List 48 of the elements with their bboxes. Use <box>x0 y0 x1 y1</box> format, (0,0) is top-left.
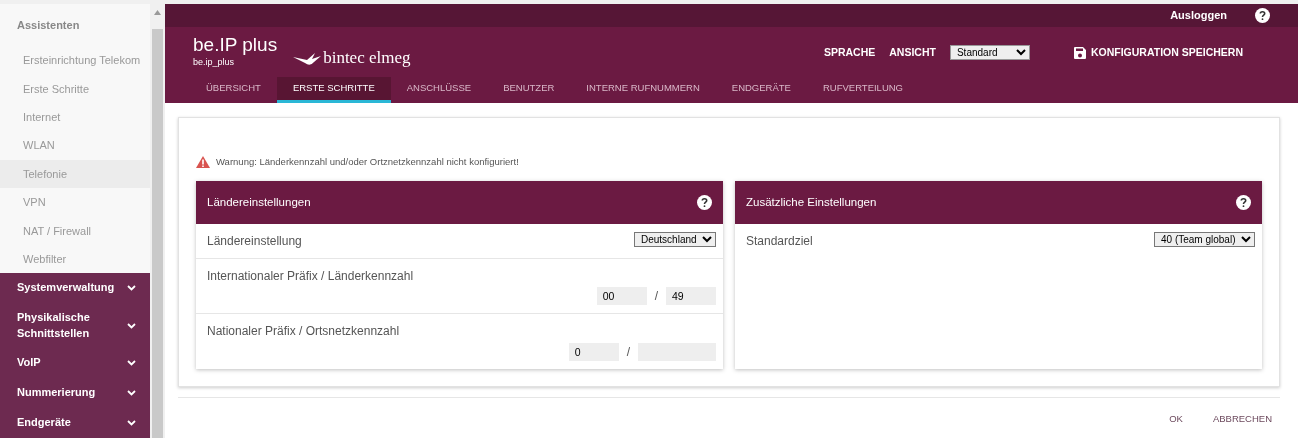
input-field[interactable]: 00 <box>596 287 647 306</box>
setting-select[interactable]: Deutschland <box>634 232 716 248</box>
brand-logo: bintec elmeg <box>323 47 411 69</box>
device-subtitle: be.ip_plus <box>193 55 236 69</box>
nav-tab[interactable]: INTERNE RUFNUMMERN <box>570 77 716 103</box>
nav-tab[interactable]: ERSTE SCHRITTE <box>276 77 391 103</box>
panel-title: Ländereinstellungen <box>207 195 311 211</box>
chevron-icon <box>127 390 136 396</box>
field-label: Internationaler Präfix / Länderkennzahl <box>207 268 414 286</box>
logout-link[interactable]: Ausloggen <box>1170 7 1227 24</box>
warning-icon <box>196 156 210 169</box>
language-menu[interactable]: SPRACHE <box>823 45 876 61</box>
sidebar-section[interactable]: Systemverwaltung <box>0 273 150 304</box>
chevron-icon <box>127 360 136 366</box>
ok-button[interactable]: OK <box>1169 412 1183 427</box>
help-icon[interactable] <box>697 195 712 211</box>
warning-message: Warnung: Länderkennzahl und/oder Ortznetzkennzahl nicht konfiguriert! <box>216 155 519 169</box>
nav-tab[interactable]: RUFVERTEILUNG <box>806 77 919 103</box>
sidebar-heading: Assistenten <box>16 17 81 33</box>
help-icon[interactable] <box>1236 195 1251 211</box>
view-select[interactable]: Standard <box>949 45 1030 61</box>
chevron-icon <box>127 420 136 426</box>
sidebar-section[interactable]: Endgeräte <box>0 408 150 438</box>
device-title: be.IP plus <box>193 35 278 56</box>
nav-tab[interactable]: ÜBERSICHT <box>190 77 277 103</box>
save-config-button[interactable]: KONFIGURATION SPEICHERN <box>1073 45 1243 61</box>
field-label: Ländereinstellung <box>207 233 302 251</box>
view-label: ANSICHT <box>889 45 936 60</box>
scrollbar-thumb[interactable] <box>152 29 163 438</box>
chevron-icon <box>127 322 136 329</box>
sidebar-section[interactable]: Nummerierung <box>0 378 150 408</box>
cancel-button[interactable]: ABBRECHEN <box>1212 412 1272 427</box>
field-label: Standardziel <box>746 233 813 251</box>
input-field[interactable]: 49 <box>666 287 716 306</box>
help-icon[interactable] <box>1255 8 1270 23</box>
nav-tab[interactable]: ENDGERÄTE <box>715 77 807 103</box>
input-field[interactable]: 0 <box>568 343 619 362</box>
field-label: Nationaler Präfix / Ortsnetzkennzahl <box>207 323 400 341</box>
nav-tab[interactable]: ANSCHLÜSSE <box>390 77 488 103</box>
separator-text: / <box>654 288 658 306</box>
save-icon <box>1073 46 1086 59</box>
setting-select[interactable]: 40 (Team global) <box>1154 232 1255 248</box>
chevron-icon <box>127 285 136 292</box>
sidebar-section[interactable]: VoIP <box>0 348 150 378</box>
separator-text: / <box>626 344 630 362</box>
sidebar-section[interactable]: Physikalische Schnittstellen <box>0 303 150 348</box>
nav-tab[interactable]: BENUTZER <box>487 77 571 103</box>
panel-title: Zusätzliche Einstellungen <box>746 195 877 211</box>
